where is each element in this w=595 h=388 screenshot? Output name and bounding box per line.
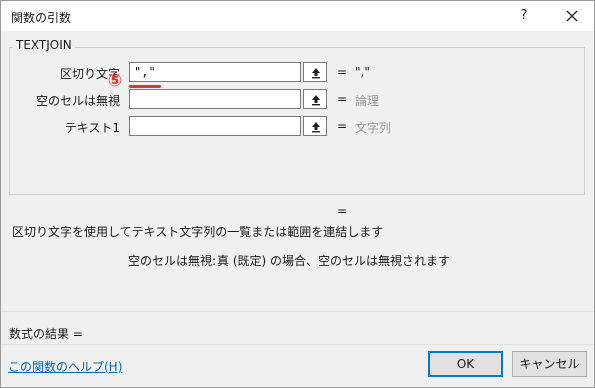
range-select-button[interactable] (303, 89, 327, 109)
range-select-button[interactable] (303, 62, 327, 82)
function-help-link[interactable]: この関数のヘルプ(H) (8, 358, 122, 375)
delimiter-input[interactable]: "," (129, 62, 301, 82)
annotation-underline (129, 85, 161, 88)
close-icon (566, 10, 578, 22)
help-button[interactable]: ? (511, 4, 537, 28)
formula-result-equals: = (337, 204, 348, 218)
arg-equals: = (337, 65, 348, 79)
arg-label-ignore-empty: 空のセルは無視 (35, 94, 120, 108)
close-button[interactable] (559, 4, 585, 28)
function-arguments-dialog: 関数の引数 ? TEXTJOIN 区切り文字 "," = "," 空のセルは無視… (0, 0, 595, 388)
ok-button[interactable]: OK (428, 351, 503, 377)
argument-description-text: 真 (既定) の場合、空のセルは無視されます (217, 254, 450, 268)
divider (1, 344, 594, 345)
arg-result-text1: 文字列 (355, 121, 392, 135)
step-marker: ⑤ (107, 71, 123, 91)
arg-equals: = (337, 119, 348, 133)
cancel-button[interactable]: キャンセル (512, 351, 587, 377)
arg-label-text1: テキスト1 (64, 121, 120, 135)
ignore-empty-input[interactable] (129, 89, 301, 109)
collapse-dialog-icon (312, 122, 320, 133)
divider (1, 311, 594, 312)
text1-input[interactable] (129, 116, 301, 136)
collapse-dialog-icon (312, 68, 320, 79)
arg-equals: = (337, 92, 348, 106)
range-select-button[interactable] (303, 116, 327, 136)
dialog-title: 関数の引数 (11, 11, 72, 25)
function-description: 区切り文字を使用してテキスト文字列の一覧または範囲を連結します (12, 225, 384, 239)
collapse-dialog-icon (312, 95, 320, 106)
function-name-label: TEXTJOIN (13, 38, 75, 52)
argument-description-name: 空のセルは無視: (128, 254, 217, 268)
arg-result-delimiter: "," (355, 65, 370, 79)
title-bar: 関数の引数 ? (1, 1, 594, 31)
formula-result: 数式の結果 = (9, 327, 83, 341)
arg-result-ignore-empty: 論理 (355, 94, 380, 108)
